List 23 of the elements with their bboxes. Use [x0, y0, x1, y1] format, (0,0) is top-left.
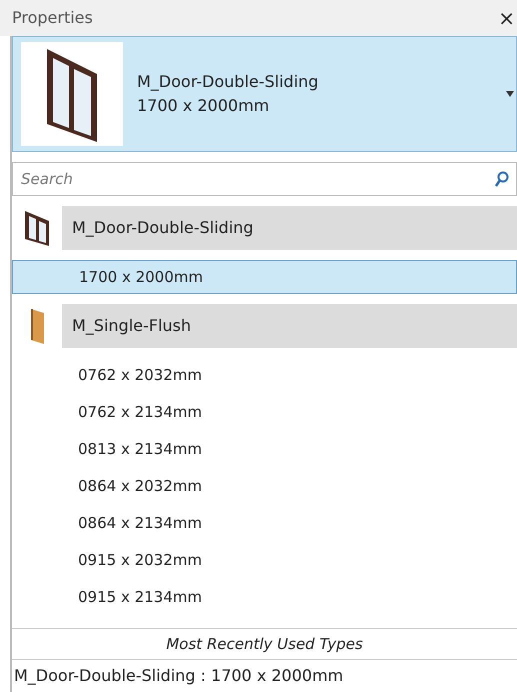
type-item[interactable]: 0864 x 2134mm [12, 506, 517, 540]
close-button[interactable]: × [498, 8, 515, 28]
search-field[interactable]: Search [12, 162, 517, 196]
type-item[interactable]: 0762 x 2032mm [12, 358, 517, 392]
type-item[interactable]: 0813 x 2134mm [12, 432, 517, 466]
panel-title: Properties [12, 7, 93, 29]
family-name: M_Single-Flush [72, 315, 192, 337]
family-name: M_Door-Double-Sliding [137, 71, 320, 93]
type-selector[interactable]: M_Door-Double-Sliding 1700 x 2000mm [12, 36, 517, 152]
family-row[interactable]: M_Door-Double-Sliding [12, 206, 517, 250]
recent-type-item[interactable]: M_Door-Double-Sliding : 1700 x 2000mm [12, 660, 517, 692]
type-item[interactable]: 1700 x 2000mm [12, 260, 517, 294]
type-name: 1700 x 2000mm [137, 95, 270, 117]
type-item[interactable]: 0915 x 2134mm [12, 580, 517, 614]
type-item[interactable]: 0762 x 2134mm [12, 395, 517, 429]
family-name: M_Door-Double-Sliding [72, 217, 254, 239]
search-icon[interactable] [495, 171, 509, 187]
type-item[interactable]: 0864 x 2032mm [12, 469, 517, 503]
family-row[interactable]: M_Single-Flush [12, 304, 517, 348]
dropdown-caret-icon[interactable] [506, 91, 514, 97]
door-thumbnail-icon [21, 42, 123, 146]
section-heading: Most Recently Used Types [12, 628, 517, 660]
type-item[interactable]: 0915 x 2032mm [12, 543, 517, 577]
